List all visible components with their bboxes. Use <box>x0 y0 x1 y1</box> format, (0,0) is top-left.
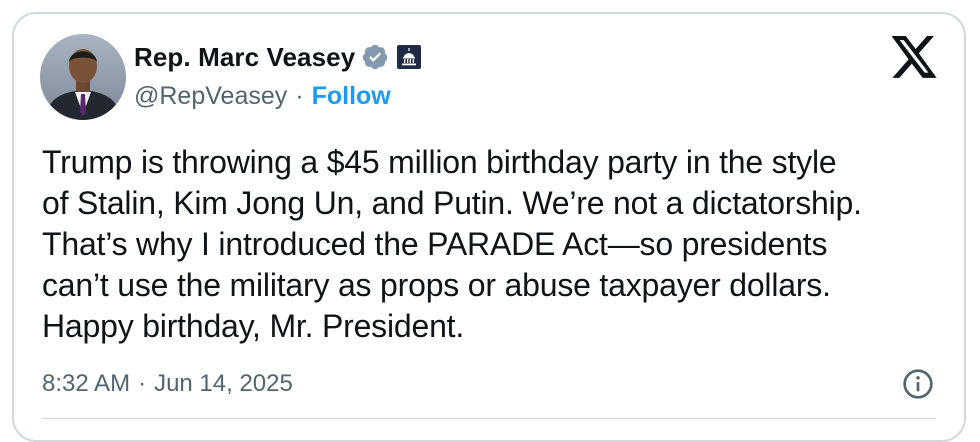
tweet-timestamp[interactable]: 8:32 AM · Jun 14, 2025 <box>42 368 293 400</box>
tweet-line: Trump is throwing a $45 million birthday… <box>42 144 837 180</box>
tweet-line: can’t use the military as props or abuse… <box>42 267 831 303</box>
timestamp-separator: · <box>138 370 147 397</box>
tweet-text: Trump is throwing a $45 million birthday… <box>42 142 942 347</box>
avatar[interactable] <box>40 34 126 120</box>
handle-row: @RepVeasey · Follow <box>134 80 391 112</box>
tweet-line: Happy birthday, Mr. President. <box>42 308 465 344</box>
tweet-time[interactable]: 8:32 AM <box>42 370 130 398</box>
verified-badge-icon <box>363 44 388 70</box>
handle-separator: · <box>295 81 304 110</box>
author-name[interactable]: Rep. Marc Veasey <box>134 42 355 73</box>
follow-button[interactable]: Follow <box>312 82 391 111</box>
x-logo-icon[interactable] <box>888 36 940 82</box>
tweet-line: of Stalin, Kim Jong Un, and Putin. We’re… <box>42 185 862 221</box>
capitol-badge-icon <box>397 45 422 69</box>
author-handle[interactable]: @RepVeasey <box>134 82 287 111</box>
author-name-row: Rep. Marc Veasey <box>134 40 422 74</box>
tweet-line: That’s why I introduced the PARADE Act—s… <box>42 226 828 262</box>
info-icon[interactable] <box>902 368 934 400</box>
divider <box>42 418 936 419</box>
tweet-date[interactable]: Jun 14, 2025 <box>154 370 293 398</box>
